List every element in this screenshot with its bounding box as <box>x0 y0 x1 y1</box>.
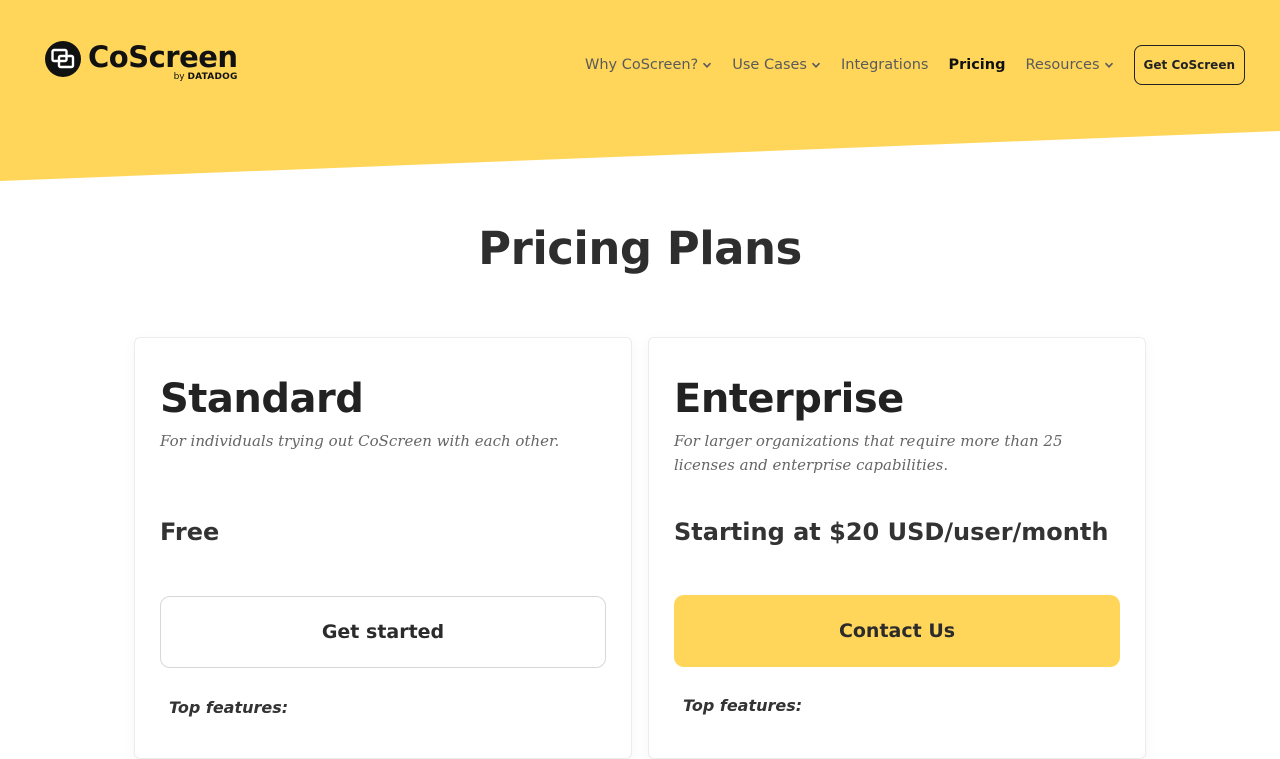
nav-item-why-coscreen[interactable]: Why CoScreen? <box>585 57 712 73</box>
hero-background <box>0 0 1280 182</box>
get-coscreen-button[interactable]: Get CoScreen <box>1133 45 1245 85</box>
main-nav: Why CoScreen? Use Cases Integrations Pri… <box>565 45 1245 85</box>
chevron-down-icon <box>811 62 821 68</box>
page-title: Pricing Plans <box>478 222 802 275</box>
plan-description: For larger organizations that require mo… <box>674 432 1063 474</box>
get-started-button[interactable]: Get started <box>160 596 606 668</box>
plan-card-enterprise: Enterprise For larger organizations that… <box>648 337 1146 759</box>
nav-item-integrations[interactable]: Integrations <box>841 57 928 73</box>
plan-price: Free <box>160 518 220 546</box>
nav-item-pricing[interactable]: Pricing <box>948 57 1005 73</box>
logo-byline: by DATADOG <box>173 72 238 82</box>
chevron-down-icon <box>1104 62 1113 68</box>
nav-item-resources[interactable]: Resources <box>1025 57 1113 73</box>
plan-description: For individuals trying out CoScreen with… <box>160 432 560 450</box>
features-heading: Top features: <box>683 696 803 715</box>
nav-item-use-cases[interactable]: Use Cases <box>732 57 821 73</box>
plan-name: Standard <box>160 376 364 422</box>
nav-item-label: Why CoScreen? <box>584 57 699 73</box>
coscreen-logo-icon <box>44 40 82 78</box>
plan-card-standard: Standard For individuals trying out CoSc… <box>134 337 632 759</box>
nav-item-label: Use Cases <box>732 57 807 73</box>
features-heading: Top features: <box>169 698 289 717</box>
plan-price: Starting at $20 USD/user/month <box>674 518 1109 546</box>
coscreen-logo[interactable]: CoScreen by DATADOG <box>44 40 238 82</box>
nav-item-label: Resources <box>1025 57 1100 73</box>
chevron-down-icon <box>703 62 712 68</box>
nav-item-label: Integrations <box>841 57 929 73</box>
logo-wordmark: CoScreen <box>88 40 238 74</box>
nav-item-label: Pricing <box>948 57 1006 73</box>
contact-us-button[interactable]: Contact Us <box>674 595 1120 667</box>
plan-name: Enterprise <box>674 376 904 422</box>
